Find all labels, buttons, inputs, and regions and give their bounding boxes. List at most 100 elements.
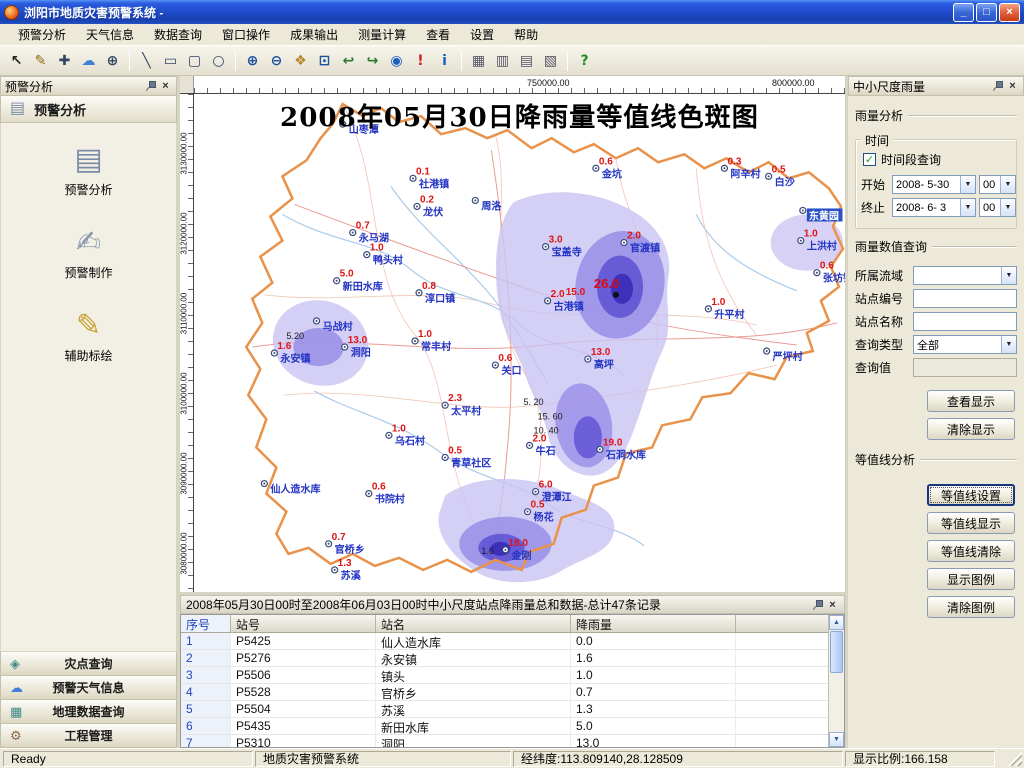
print-tool[interactable]: ▤: [515, 49, 538, 72]
end-date-select[interactable]: 2008- 6- 3 ▼: [892, 198, 976, 217]
tool-预警分析[interactable]: ▤预警分析: [34, 143, 144, 198]
等值线设置-button[interactable]: 等值线设置: [927, 484, 1015, 506]
maximize-button[interactable]: □: [976, 3, 997, 22]
left-group-header[interactable]: ▤ 预警分析: [0, 96, 177, 123]
chevron-down-icon[interactable]: ▼: [1000, 176, 1015, 193]
panel-bar-地理数据查询[interactable]: ▦地理数据查询: [0, 700, 177, 724]
cloud-tool[interactable]: ☁: [77, 49, 100, 72]
station-marker-dot: [802, 209, 804, 211]
scroll-up-icon[interactable]: ▲: [829, 615, 844, 630]
start-date-select[interactable]: 2008- 5-30 ▼: [892, 175, 976, 194]
panel-bar-工程管理[interactable]: ⚙工程管理: [0, 724, 177, 748]
zoom-full-tool[interactable]: ⊡: [313, 49, 336, 72]
等值线显示-button[interactable]: 等值线显示: [927, 512, 1015, 534]
menu-item-成果输出[interactable]: 成果输出: [280, 23, 348, 46]
panel-bar-灾点查询[interactable]: ◈灾点查询: [0, 652, 177, 676]
清除显示-button[interactable]: 清除显示: [927, 418, 1015, 440]
close-button[interactable]: ×: [999, 3, 1020, 22]
column-header-降雨量[interactable]: 降雨量: [571, 615, 736, 632]
所属流域-select[interactable]: ▼: [913, 266, 1017, 285]
station-value: 1.0: [804, 229, 818, 240]
table-row[interactable]: 3P5506镇头1.0: [181, 667, 828, 684]
column-header-站名[interactable]: 站名: [376, 615, 571, 632]
查询类型-select[interactable]: 全部▼: [913, 335, 1017, 354]
scroll-thumb[interactable]: [830, 631, 843, 673]
contour-label: 26.0: [594, 276, 619, 291]
显示图例-button[interactable]: 显示图例: [927, 568, 1015, 590]
scroll-track[interactable]: [829, 630, 844, 732]
close-icon[interactable]: ×: [1006, 80, 1019, 92]
status-bar: Ready 地质灾害预警系统 经纬度:113.809140,28.128509 …: [0, 748, 1024, 768]
draw-rect-tool-icon: ▭: [164, 54, 177, 68]
zoom-in-tool[interactable]: ⊕: [241, 49, 264, 72]
menu-item-帮助[interactable]: 帮助: [504, 23, 548, 46]
draw-roundrect-tool[interactable]: ▢: [183, 49, 206, 72]
menu-item-天气信息[interactable]: 天气信息: [76, 23, 144, 46]
清除图例-button[interactable]: 清除图例: [927, 596, 1015, 618]
table-row[interactable]: 5P5504苏溪1.3: [181, 701, 828, 718]
menu-item-测量计算[interactable]: 测量计算: [348, 23, 416, 46]
alert-tool[interactable]: !: [409, 49, 432, 72]
draw-rect-tool[interactable]: ▭: [159, 49, 182, 72]
menu-item-窗口操作[interactable]: 窗口操作: [212, 23, 280, 46]
close-icon[interactable]: ×: [826, 599, 839, 611]
resize-grip[interactable]: [1008, 752, 1022, 766]
查看显示-button[interactable]: 查看显示: [927, 390, 1015, 412]
close-icon[interactable]: ×: [159, 80, 172, 92]
rain-query-label: 雨量数值查询: [855, 238, 927, 255]
column-header-站号[interactable]: 站号: [231, 615, 376, 632]
draw-ellipse-tool[interactable]: ○: [207, 49, 230, 72]
table-row[interactable]: 7P5310洞阳13.0: [181, 735, 828, 747]
info-tool[interactable]: i: [433, 49, 456, 72]
table-row[interactable]: 4P5528官桥乡0.7: [181, 684, 828, 701]
column-header-序号[interactable]: 序号: [181, 615, 231, 632]
chevron-down-icon[interactable]: ▼: [1001, 267, 1016, 284]
pin-icon[interactable]: [991, 80, 1003, 92]
chevron-down-icon[interactable]: ▼: [1001, 336, 1016, 353]
geodata-query-icon: ▦: [10, 705, 22, 718]
table-row[interactable]: 6P5435新田水库5.0: [181, 718, 828, 735]
add-point-tool[interactable]: ⊕: [101, 49, 124, 72]
pan-tool[interactable]: ❖: [289, 49, 312, 72]
站点名称-input[interactable]: [913, 312, 1017, 331]
edit-tool[interactable]: ✎: [29, 49, 52, 72]
view-next-tool[interactable]: ↪: [361, 49, 384, 72]
help-tool[interactable]: ?: [573, 49, 596, 72]
table-row[interactable]: 1P5425仙人造水库0.0: [181, 633, 828, 650]
menu-item-设置[interactable]: 设置: [460, 23, 504, 46]
table-row[interactable]: 2P5276永安镇1.6: [181, 650, 828, 667]
select-tool[interactable]: ↖: [5, 49, 28, 72]
查询值-input[interactable]: [913, 358, 1017, 377]
crosshair-tool[interactable]: ✚: [53, 49, 76, 72]
station-value: 0.5: [531, 500, 545, 511]
table-scrollbar[interactable]: ▲ ▼: [828, 615, 844, 747]
menu-item-查看[interactable]: 查看: [416, 23, 460, 46]
panel-bar-预警天气信息[interactable]: ☁预警天气信息: [0, 676, 177, 700]
view-previous-tool[interactable]: ↩: [337, 49, 360, 72]
pin-icon[interactable]: [811, 599, 823, 611]
export-tool[interactable]: ▦: [467, 49, 490, 72]
menu-item-预警分析[interactable]: 预警分析: [8, 23, 76, 46]
zoom-out-tool[interactable]: ⊖: [265, 49, 288, 72]
contour-label: 10. 40: [534, 425, 559, 435]
time-range-checkbox[interactable]: ✓: [863, 153, 876, 166]
layout-tool[interactable]: ▥: [491, 49, 514, 72]
start-hour-select[interactable]: 00 ▼: [979, 175, 1016, 194]
map-canvas[interactable]: 山枣潭社港镇0.1龙伏0.2周洛金坑0.6阿辛村0.3白沙0.5永马湖0.7东黄…: [194, 94, 845, 592]
chevron-down-icon[interactable]: ▼: [960, 176, 975, 193]
站点编号-input[interactable]: [913, 289, 1017, 308]
pin-icon[interactable]: [144, 80, 156, 92]
end-hour-select[interactable]: 00 ▼: [979, 198, 1016, 217]
chevron-down-icon[interactable]: ▼: [960, 199, 975, 216]
menu-item-数据查询[interactable]: 数据查询: [144, 23, 212, 46]
minimize-button[interactable]: _: [953, 3, 974, 22]
draw-line-tool[interactable]: ╲: [135, 49, 158, 72]
globe-tool[interactable]: ◉: [385, 49, 408, 72]
map-svg[interactable]: 山枣潭社港镇0.1龙伏0.2周洛金坑0.6阿辛村0.3白沙0.5永马湖0.7东黄…: [194, 94, 845, 592]
chevron-down-icon[interactable]: ▼: [1000, 199, 1015, 216]
tool-辅助标绘[interactable]: ✎辅助标绘: [34, 309, 144, 364]
等值线清除-button[interactable]: 等值线清除: [927, 540, 1015, 562]
tool-预警制作[interactable]: ✍预警制作: [34, 226, 144, 281]
scroll-down-icon[interactable]: ▼: [829, 732, 844, 747]
print-preview-tool[interactable]: ▧: [539, 49, 562, 72]
